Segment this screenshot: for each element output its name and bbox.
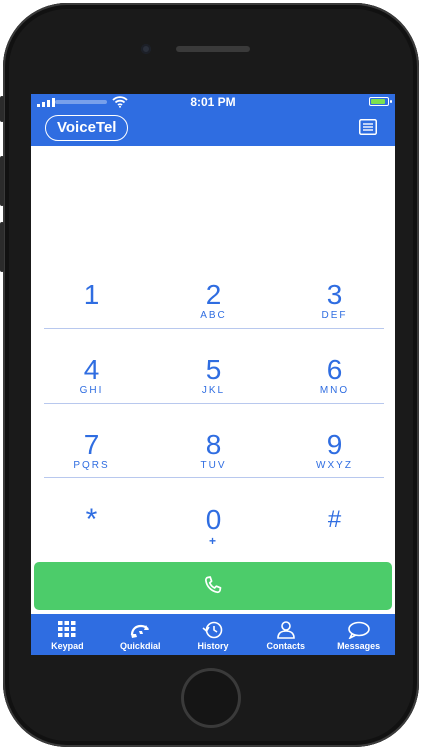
key-letters: GHI	[79, 385, 104, 396]
mute-switch	[0, 96, 4, 122]
voicetel-logo: VoiceTel	[45, 115, 129, 141]
key-6[interactable]: 6 MNO	[274, 327, 395, 401]
front-camera	[141, 44, 151, 54]
key-digit: *	[85, 503, 98, 536]
key-letters: JKL	[201, 385, 226, 396]
tab-contacts[interactable]: Contacts	[249, 614, 322, 655]
key-letters: MNO	[319, 385, 350, 396]
volume-up-button	[0, 156, 4, 206]
tab-label: Messages	[337, 641, 381, 651]
app-header: VoiceTel	[31, 110, 395, 146]
key-letters: WXYZ	[316, 460, 353, 471]
tab-label: History	[197, 641, 229, 651]
key-letters: PQRS	[73, 460, 110, 471]
history-icon	[202, 621, 223, 639]
tab-label: Contacts	[266, 641, 306, 651]
tab-messages[interactable]: Messages	[322, 614, 395, 655]
key-9[interactable]: 9 WXYZ	[274, 402, 395, 476]
key-digit: 1	[83, 279, 100, 310]
key-digit: 7	[83, 429, 100, 460]
key-digit: 8	[205, 429, 222, 460]
bottom-tab-bar: Keypad Quickdial History Contacts Messag…	[31, 614, 395, 655]
key-letters: ABC	[200, 310, 227, 321]
key-star[interactable]: *	[31, 477, 152, 551]
key-digit: 6	[326, 354, 343, 385]
key-0[interactable]: 0 +	[153, 477, 274, 551]
tab-keypad[interactable]: Keypad	[31, 614, 104, 655]
list-icon[interactable]	[359, 119, 377, 135]
keypad-row-1: 1 2 ABC 3 DEF	[31, 252, 395, 326]
volume-down-button	[0, 222, 4, 272]
key-letters: TUV	[200, 460, 227, 471]
quickdial-icon	[131, 624, 150, 638]
key-hash[interactable]: #	[274, 477, 395, 551]
key-8[interactable]: 8 TUV	[153, 402, 274, 476]
home-button[interactable]	[181, 668, 241, 728]
call-button[interactable]	[34, 562, 392, 610]
key-2[interactable]: 2 ABC	[153, 252, 274, 326]
key-digit: #	[327, 506, 342, 533]
key-digit: 0	[205, 504, 222, 535]
status-time: 8:01 PM	[190, 95, 236, 109]
keypad-row-4: * 0 + #	[31, 477, 395, 551]
key-digit: 4	[83, 354, 100, 385]
status-bar: 8:01 PM	[31, 94, 395, 110]
key-7[interactable]: 7 PQRS	[31, 402, 152, 476]
key-digit: 9	[326, 429, 343, 460]
contacts-icon	[276, 621, 295, 639]
tab-history[interactable]: History	[177, 614, 250, 655]
key-digit: 5	[205, 354, 222, 385]
battery-icon	[369, 97, 392, 106]
key-3[interactable]: 3 DEF	[274, 252, 395, 326]
tab-label: Keypad	[51, 641, 84, 651]
keypad-icon	[58, 621, 76, 637]
tab-label: Quickdial	[119, 641, 161, 651]
key-digit: 2	[205, 279, 222, 310]
earpiece-speaker	[176, 46, 250, 52]
key-letters: +	[208, 534, 218, 548]
phone-screen: 8:01 PM VoiceTel 1 2 ABC 3 DEF 4 GHI 5 J…	[31, 94, 395, 655]
tab-quickdial[interactable]: Quickdial	[104, 614, 177, 655]
phone-icon	[205, 576, 222, 594]
keypad-row-3: 7 PQRS 8 TUV 9 WXYZ	[31, 402, 395, 476]
key-1[interactable]: 1	[31, 252, 152, 326]
key-letters: DEF	[321, 310, 348, 321]
key-digit: 3	[326, 279, 343, 310]
key-5[interactable]: 5 JKL	[153, 327, 274, 401]
key-4[interactable]: 4 GHI	[31, 327, 152, 401]
keypad-row-2: 4 GHI 5 JKL 6 MNO	[31, 327, 395, 401]
messages-icon	[347, 621, 370, 639]
